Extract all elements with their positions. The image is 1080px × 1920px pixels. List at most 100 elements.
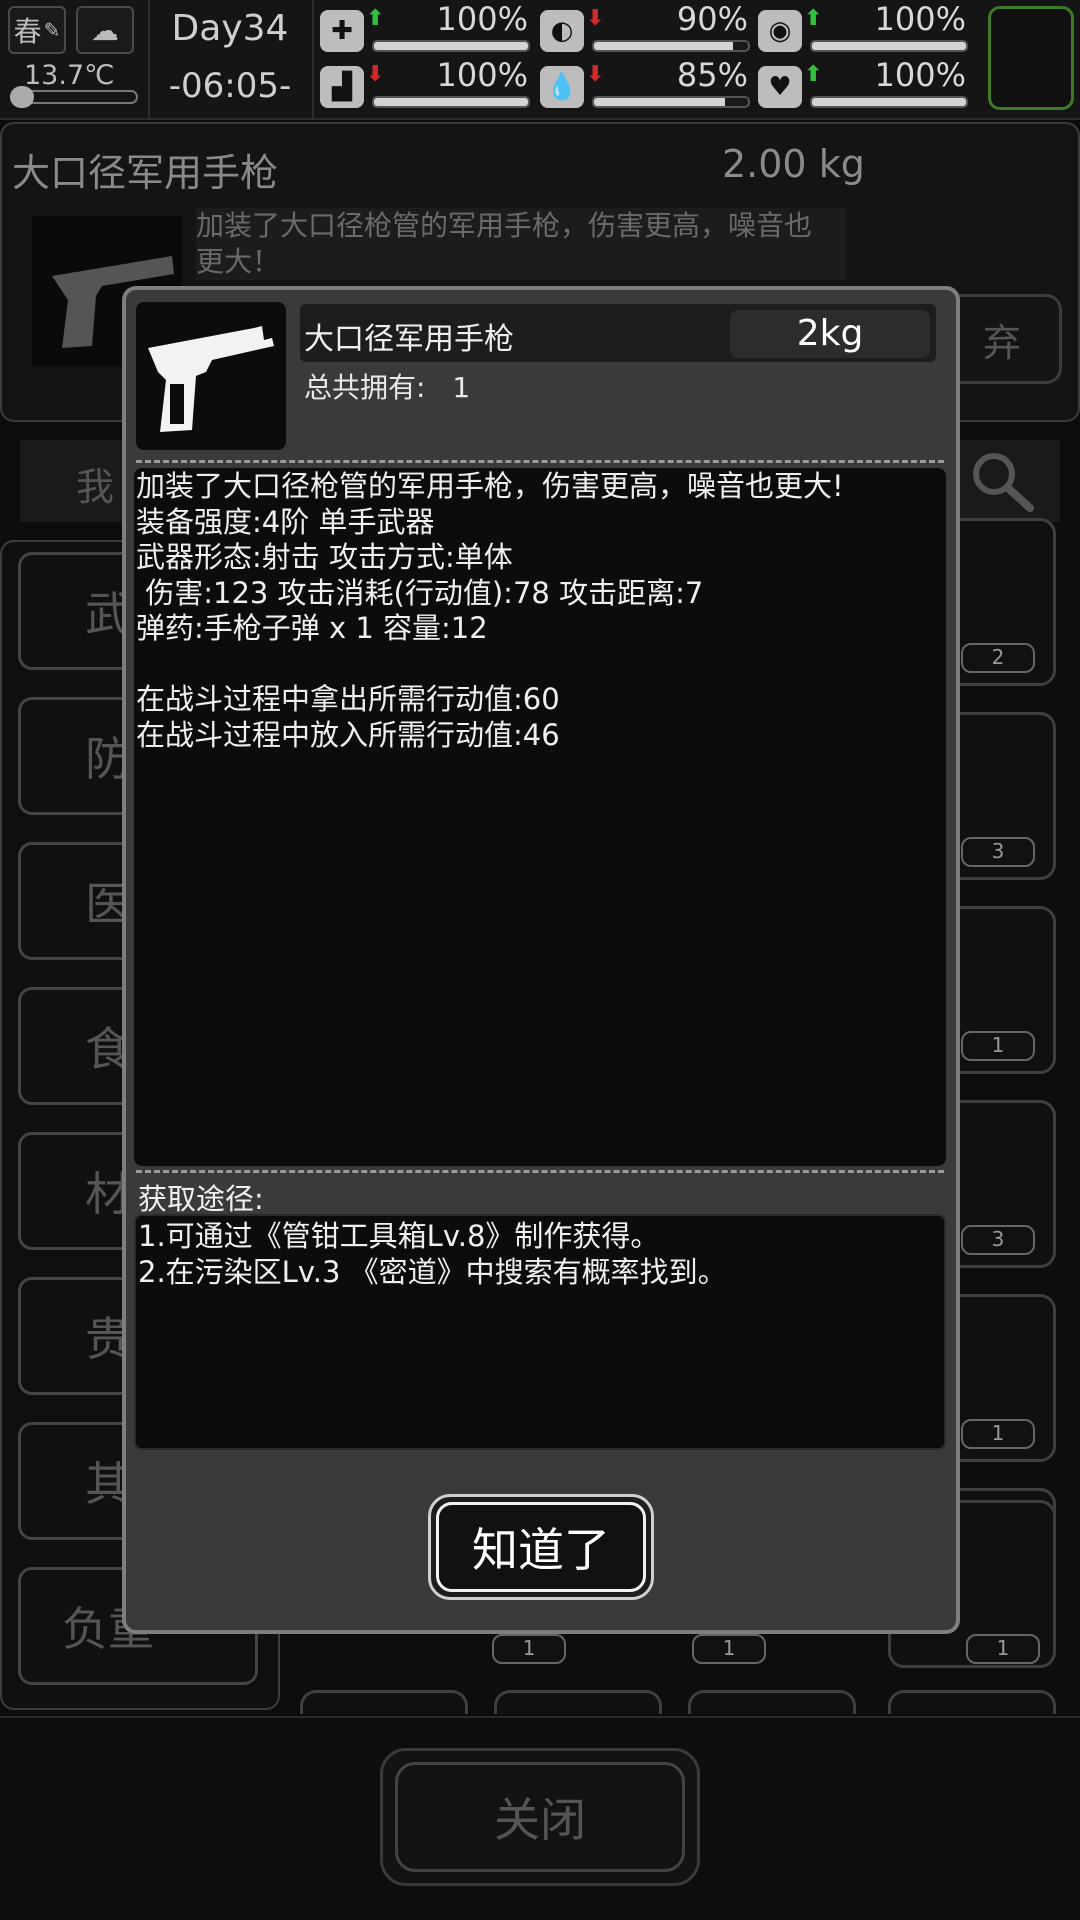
status-bar: 春 ✎ ☁ 13.7℃ Day34 -06:05- ✚ ⬆ 100% ◐ ⬇ 90% ◉ ⬆ 10…	[0, 0, 1080, 120]
feather-icon: ✎	[43, 18, 61, 42]
stat-glyph: ▟	[332, 72, 352, 102]
stat-glyph: 💧	[545, 72, 579, 102]
slot-count: 1	[966, 1634, 1040, 1664]
pistol-icon	[148, 326, 274, 432]
stat-percent: 100%	[436, 56, 528, 94]
stat-bar	[592, 40, 750, 52]
trend-up-icon: ⬆	[366, 6, 385, 31]
heart-icon: ♥	[758, 66, 802, 108]
stat-glyph: ✚	[331, 16, 353, 46]
info-line: 在战斗过程中放入所需行动值:46	[136, 717, 560, 752]
stat-bar	[810, 96, 968, 108]
stat-mind: ◉ ⬆ 100%	[758, 0, 972, 58]
ok-label: 知道了	[436, 1502, 646, 1592]
modal-item-name: 大口径军用手枪	[304, 322, 514, 357]
bg-item-name: 大口径军用手枪	[12, 151, 279, 195]
stat-percent: 90%	[676, 0, 748, 38]
temperature-label: 13.7℃	[24, 60, 115, 91]
info-line: 弹药:手枪子弹 x 1 容量:12	[136, 611, 488, 645]
trend-up-icon: ⬆	[804, 62, 823, 87]
stomach-icon: ◐	[540, 10, 584, 52]
stat-bar-fill	[594, 42, 733, 50]
stat-bar	[810, 40, 968, 52]
stat-boot: ▟ ⬇ 100%	[320, 56, 534, 114]
slot-count: 1	[492, 1634, 566, 1664]
stat-bar	[372, 96, 530, 108]
stat-water-drop: 💧 ⬇ 85%	[540, 56, 754, 114]
boot-icon: ▟	[320, 66, 364, 108]
trend-down-icon: ⬇	[586, 62, 605, 87]
search-label: 我	[76, 465, 115, 509]
bg-item-desc-line1: 加装了大口径枪管的军用手枪，伤害更高，噪音也	[196, 209, 813, 242]
inventory-slot[interactable]	[300, 1690, 468, 1714]
stat-percent: 100%	[874, 56, 966, 94]
stat-bar-fill	[594, 98, 725, 106]
stat-bar	[372, 40, 530, 52]
owned-label: 总共拥有:	[304, 371, 426, 404]
stat-percent: 85%	[676, 56, 748, 94]
bg-item-desc-line2: 更大！	[196, 245, 281, 278]
bg-item-weight: 2.00 kg	[722, 142, 865, 186]
stat-glyph: ♥	[768, 72, 792, 102]
close-button[interactable]: 关闭	[380, 1748, 700, 1886]
slot-count: 1	[961, 1031, 1035, 1061]
stat-bar-fill	[374, 42, 528, 50]
info-line: 在战斗过程中拿出所需行动值:60	[136, 682, 560, 716]
modal-item-image	[136, 302, 286, 450]
season-label: 春	[13, 15, 42, 48]
stat-bar-fill	[812, 42, 966, 50]
info-line: 伤害:123 攻击消耗(行动值):78 攻击距离:7	[136, 575, 704, 610]
source-title: 获取途径:	[138, 1182, 264, 1216]
time-label: -06:05-	[168, 66, 292, 106]
search-icon[interactable]	[968, 448, 1038, 514]
owned-value: 1	[452, 371, 471, 404]
stat-bar-fill	[374, 98, 528, 106]
slot-count: 1	[692, 1634, 766, 1664]
stat-percent: 100%	[436, 0, 528, 38]
ok-button[interactable]: 知道了	[428, 1494, 654, 1600]
stat-medkit: ✚ ⬆ 100%	[320, 0, 534, 58]
modal-item-weight: 2kg	[730, 310, 930, 358]
mind-icon: ◉	[758, 10, 802, 52]
close-label: 关闭	[395, 1762, 685, 1872]
inventory-slot[interactable]	[888, 1690, 1056, 1714]
slot-count: 2	[961, 643, 1035, 673]
owned-count: 总共拥有: 1	[304, 366, 470, 406]
stat-glyph: ◐	[550, 16, 574, 46]
weather-cloud-icon: ☁	[76, 6, 134, 54]
stat-bar	[592, 96, 750, 108]
equipped-slot[interactable]	[988, 6, 1074, 110]
stat-stomach: ◐ ⬇ 90%	[540, 0, 754, 58]
slot-count: 3	[961, 837, 1035, 867]
info-line: 武器形态:射击 攻击方式:单体	[136, 540, 513, 574]
water-drop-icon: 💧	[540, 66, 584, 108]
trend-down-icon: ⬇	[586, 6, 605, 31]
discard-label: 弃	[982, 320, 1021, 365]
info-line: 加装了大口径枪管的军用手枪，伤害更高，噪音也更大!	[136, 469, 844, 503]
stat-bar-fill	[812, 98, 966, 106]
divider	[0, 1716, 1080, 1718]
divider	[312, 0, 314, 118]
source-text: 1.可通过《管钳工具箱Lv.8》制作获得。 2.在污染区Lv.3 《密道》中搜索有…	[138, 1218, 938, 1290]
season-badge: 春 ✎	[8, 6, 66, 54]
inventory-slot[interactable]	[688, 1690, 856, 1714]
dashed-divider	[136, 460, 944, 463]
trend-up-icon: ⬆	[804, 6, 823, 31]
info-line: 装备强度:4阶 单手武器	[136, 504, 435, 539]
stat-glyph: ◉	[768, 16, 792, 46]
trend-down-icon: ⬇	[366, 62, 385, 87]
info-line	[136, 647, 942, 683]
slot-count: 3	[961, 1225, 1035, 1255]
item-info-text: 加装了大口径枪管的军用手枪，伤害更高，噪音也更大! 装备强度:4阶 单手武器 武器形…	[136, 469, 942, 753]
discard-button[interactable]: 弃	[942, 294, 1062, 384]
slot-count: 1	[961, 1419, 1035, 1449]
day-label: Day34	[171, 8, 289, 49]
source-line: 2.在污染区Lv.3 《密道》中搜索有概率找到。	[138, 1255, 727, 1289]
stat-percent: 100%	[874, 0, 966, 38]
source-line: 1.可通过《管钳工具箱Lv.8》制作获得。	[138, 1219, 660, 1253]
medkit-icon: ✚	[320, 10, 364, 52]
inventory-slot[interactable]	[494, 1690, 662, 1714]
stat-heart: ♥ ⬆ 100%	[758, 56, 972, 114]
modal-name-row: 大口径军用手枪 2kg	[300, 304, 936, 362]
thermometer: 13.7℃	[10, 60, 140, 112]
